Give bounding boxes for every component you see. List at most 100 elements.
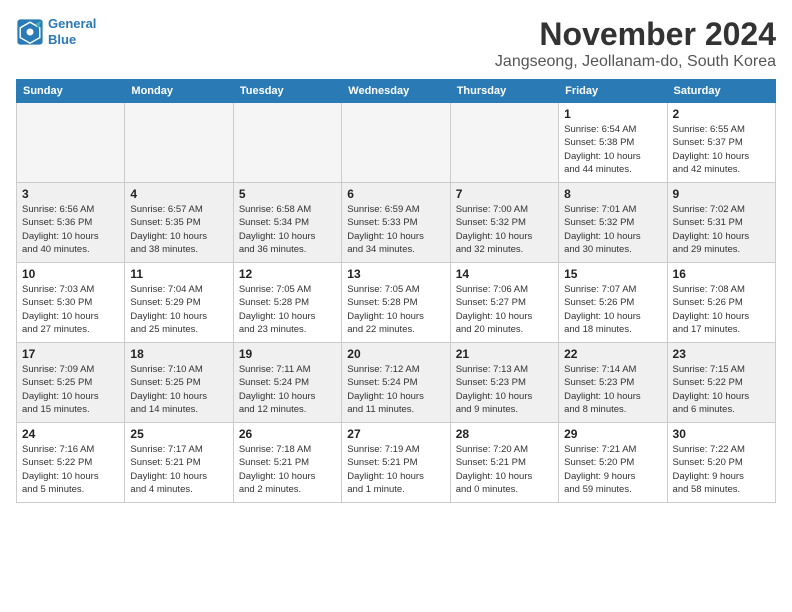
week-row-4: 17 Sunrise: 7:09 AM Sunset: 5:25 PM Dayli…	[17, 343, 776, 423]
calendar-cell: 30Sunrise: 7:22 AM Sunset: 5:20 PM Dayli…	[667, 423, 775, 503]
day-number: 14	[456, 267, 553, 281]
day-detail: Sunrise: 6:57 AM Sunset: 5:35 PM Dayligh…	[130, 203, 227, 256]
calendar-cell: 11Sunrise: 7:04 AM Sunset: 5:29 PM Dayli…	[125, 263, 233, 343]
week-row-2: 3Sunrise: 6:56 AM Sunset: 5:36 PM Daylig…	[17, 183, 776, 263]
calendar-cell: 24 Sunrise: 7:16 AM Sunset: 5:22 PM Dayli…	[17, 423, 125, 503]
weekday-header-row: SundayMondayTuesdayWednesdayThursdayFrid…	[17, 80, 776, 103]
calendar-cell	[125, 103, 233, 183]
day-number: 17	[22, 347, 119, 361]
logo-line2: Blue	[48, 32, 76, 47]
day-detail: Sunrise: 7:08 AM Sunset: 5:26 PM Dayligh…	[673, 283, 770, 336]
day-number: 4	[130, 187, 227, 201]
calendar-cell: 2 Sunrise: 6:55 AM Sunset: 5:37 PM Daylig…	[667, 103, 775, 183]
day-detail: Sunrise: 7:13 AM Sunset: 5:23 PM Dayligh…	[456, 363, 553, 416]
day-detail: Sunrise: 7:06 AM Sunset: 5:27 PM Dayligh…	[456, 283, 553, 336]
day-detail: Sunrise: 7:17 AM Sunset: 5:21 PM Dayligh…	[130, 443, 227, 496]
day-detail: Sunrise: 7:03 AM Sunset: 5:30 PM Dayligh…	[22, 283, 119, 336]
day-number: 5	[239, 187, 336, 201]
calendar-cell: 15 Sunrise: 7:07 AM Sunset: 5:26 PM Dayli…	[559, 263, 667, 343]
day-detail: Sunrise: 7:22 AM Sunset: 5:20 PM Dayligh…	[673, 443, 770, 496]
day-detail: Sunrise: 7:16 AM Sunset: 5:22 PM Dayligh…	[22, 443, 119, 496]
calendar-cell	[17, 103, 125, 183]
calendar-cell: 3Sunrise: 6:56 AM Sunset: 5:36 PM Daylig…	[17, 183, 125, 263]
day-detail: Sunrise: 7:18 AM Sunset: 5:21 PM Dayligh…	[239, 443, 336, 496]
calendar-cell: 21 Sunrise: 7:13 AM Sunset: 5:23 PM Dayli…	[450, 343, 558, 423]
calendar-cell: 5 Sunrise: 6:58 AM Sunset: 5:34 PM Daylig…	[233, 183, 341, 263]
day-number: 9	[673, 187, 770, 201]
day-detail: Sunrise: 7:21 AM Sunset: 5:20 PM Dayligh…	[564, 443, 661, 496]
day-number: 11	[130, 267, 227, 281]
week-row-3: 10 Sunrise: 7:03 AM Sunset: 5:30 PM Dayli…	[17, 263, 776, 343]
calendar-cell: 17 Sunrise: 7:09 AM Sunset: 5:25 PM Dayli…	[17, 343, 125, 423]
weekday-header-monday: Monday	[125, 80, 233, 103]
weekday-header-wednesday: Wednesday	[342, 80, 450, 103]
calendar-table: SundayMondayTuesdayWednesdayThursdayFrid…	[16, 79, 776, 503]
calendar-cell	[450, 103, 558, 183]
day-number: 1	[564, 107, 661, 121]
weekday-header-thursday: Thursday	[450, 80, 558, 103]
day-number: 7	[456, 187, 553, 201]
day-detail: Sunrise: 7:09 AM Sunset: 5:25 PM Dayligh…	[22, 363, 119, 416]
day-detail: Sunrise: 7:14 AM Sunset: 5:23 PM Dayligh…	[564, 363, 661, 416]
calendar-cell: 27 Sunrise: 7:19 AM Sunset: 5:21 PM Dayli…	[342, 423, 450, 503]
day-number: 16	[673, 267, 770, 281]
week-row-1: 1 Sunrise: 6:54 AM Sunset: 5:38 PM Daylig…	[17, 103, 776, 183]
day-detail: Sunrise: 6:55 AM Sunset: 5:37 PM Dayligh…	[673, 123, 770, 176]
calendar-cell: 23Sunrise: 7:15 AM Sunset: 5:22 PM Dayli…	[667, 343, 775, 423]
day-number: 15	[564, 267, 661, 281]
logo-text: General Blue	[48, 16, 96, 47]
day-detail: Sunrise: 7:00 AM Sunset: 5:32 PM Dayligh…	[456, 203, 553, 256]
day-detail: Sunrise: 7:15 AM Sunset: 5:22 PM Dayligh…	[673, 363, 770, 416]
day-number: 6	[347, 187, 444, 201]
calendar-cell: 14 Sunrise: 7:06 AM Sunset: 5:27 PM Dayli…	[450, 263, 558, 343]
day-detail: Sunrise: 7:19 AM Sunset: 5:21 PM Dayligh…	[347, 443, 444, 496]
calendar-cell	[233, 103, 341, 183]
day-number: 20	[347, 347, 444, 361]
calendar-cell: 1 Sunrise: 6:54 AM Sunset: 5:38 PM Daylig…	[559, 103, 667, 183]
calendar-cell: 18Sunrise: 7:10 AM Sunset: 5:25 PM Dayli…	[125, 343, 233, 423]
calendar-subtitle: Jangseong, Jeollanam-do, South Korea	[495, 53, 776, 71]
calendar-cell: 4 Sunrise: 6:57 AM Sunset: 5:35 PM Daylig…	[125, 183, 233, 263]
day-detail: Sunrise: 7:11 AM Sunset: 5:24 PM Dayligh…	[239, 363, 336, 416]
calendar-cell: 13Sunrise: 7:05 AM Sunset: 5:28 PM Dayli…	[342, 263, 450, 343]
day-number: 29	[564, 427, 661, 441]
calendar-cell: 22 Sunrise: 7:14 AM Sunset: 5:23 PM Dayli…	[559, 343, 667, 423]
calendar-cell: 7 Sunrise: 7:00 AM Sunset: 5:32 PM Daylig…	[450, 183, 558, 263]
day-number: 10	[22, 267, 119, 281]
day-number: 27	[347, 427, 444, 441]
calendar-cell	[342, 103, 450, 183]
day-detail: Sunrise: 7:07 AM Sunset: 5:26 PM Dayligh…	[564, 283, 661, 336]
day-detail: Sunrise: 6:56 AM Sunset: 5:36 PM Dayligh…	[22, 203, 119, 256]
calendar-cell: 12Sunrise: 7:05 AM Sunset: 5:28 PM Dayli…	[233, 263, 341, 343]
calendar-cell: 8Sunrise: 7:01 AM Sunset: 5:32 PM Daylig…	[559, 183, 667, 263]
weekday-header-sunday: Sunday	[17, 80, 125, 103]
calendar-title: November 2024	[495, 16, 776, 53]
week-row-5: 24 Sunrise: 7:16 AM Sunset: 5:22 PM Dayli…	[17, 423, 776, 503]
day-number: 18	[130, 347, 227, 361]
calendar-cell: 20 Sunrise: 7:12 AM Sunset: 5:24 PM Dayli…	[342, 343, 450, 423]
day-detail: Sunrise: 7:12 AM Sunset: 5:24 PM Dayligh…	[347, 363, 444, 416]
calendar-cell: 16 Sunrise: 7:08 AM Sunset: 5:26 PM Dayli…	[667, 263, 775, 343]
day-number: 2	[673, 107, 770, 121]
day-number: 19	[239, 347, 336, 361]
day-number: 24	[22, 427, 119, 441]
weekday-header-friday: Friday	[559, 80, 667, 103]
day-number: 13	[347, 267, 444, 281]
calendar-cell: 19 Sunrise: 7:11 AM Sunset: 5:24 PM Dayli…	[233, 343, 341, 423]
logo-icon	[16, 18, 44, 46]
day-number: 21	[456, 347, 553, 361]
calendar-cell: 6 Sunrise: 6:59 AM Sunset: 5:33 PM Daylig…	[342, 183, 450, 263]
day-detail: Sunrise: 6:58 AM Sunset: 5:34 PM Dayligh…	[239, 203, 336, 256]
calendar-cell: 25Sunrise: 7:17 AM Sunset: 5:21 PM Dayli…	[125, 423, 233, 503]
day-number: 26	[239, 427, 336, 441]
title-area: November 2024 Jangseong, Jeollanam-do, S…	[495, 16, 776, 71]
day-number: 22	[564, 347, 661, 361]
weekday-header-saturday: Saturday	[667, 80, 775, 103]
day-detail: Sunrise: 6:59 AM Sunset: 5:33 PM Dayligh…	[347, 203, 444, 256]
logo-line1: General	[48, 16, 96, 31]
day-detail: Sunrise: 6:54 AM Sunset: 5:38 PM Dayligh…	[564, 123, 661, 176]
page-header: General Blue November 2024 Jangseong, Je…	[16, 16, 776, 71]
day-detail: Sunrise: 7:02 AM Sunset: 5:31 PM Dayligh…	[673, 203, 770, 256]
day-number: 28	[456, 427, 553, 441]
day-detail: Sunrise: 7:20 AM Sunset: 5:21 PM Dayligh…	[456, 443, 553, 496]
